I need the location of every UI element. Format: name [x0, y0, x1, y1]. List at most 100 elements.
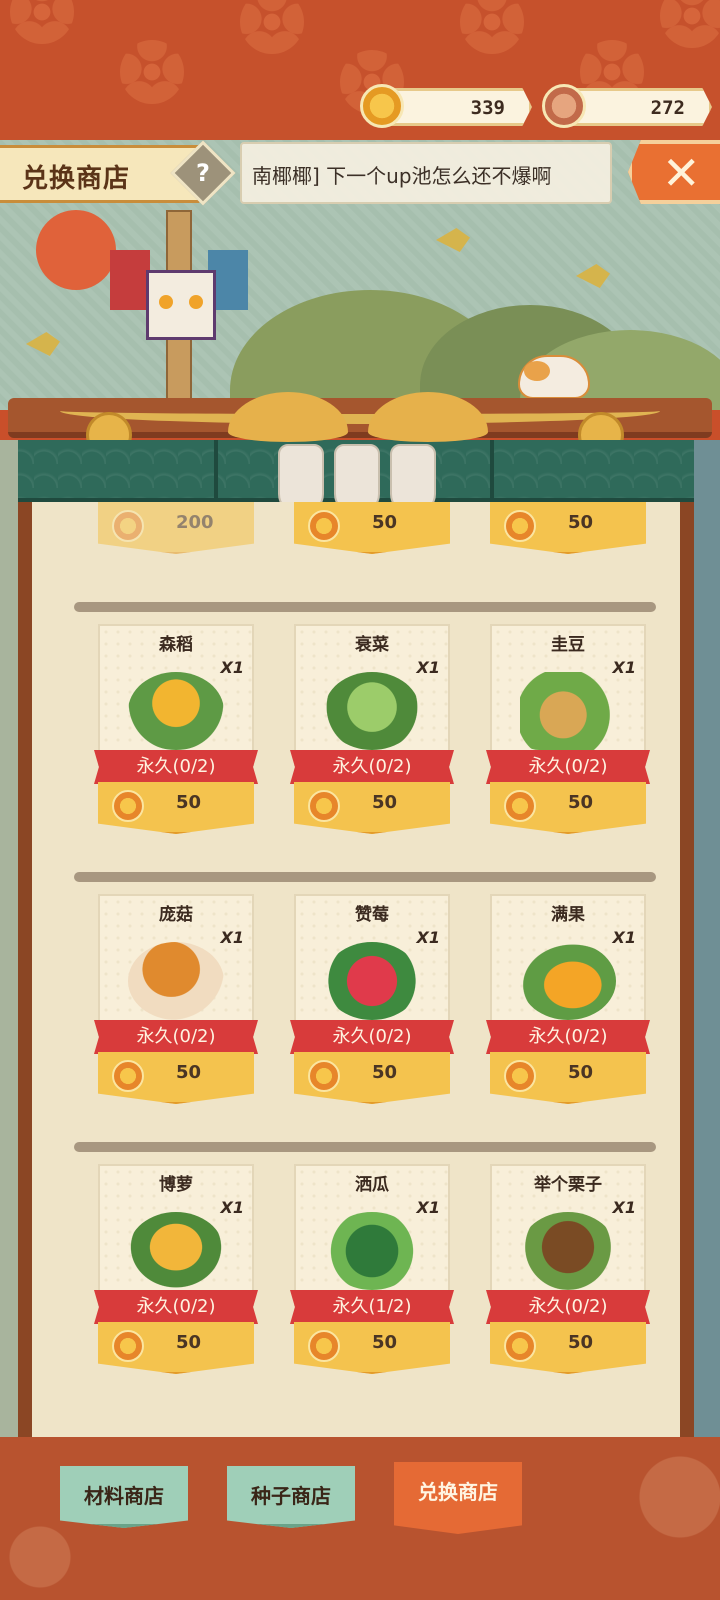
shop-item-card[interactable]: 庞菇 X1 永久(0/2) 50: [94, 894, 258, 1106]
shop-item-card[interactable]: 森稻 X1 永久(0/2) 50: [94, 624, 258, 836]
price-tag: 50: [490, 502, 646, 554]
scarecrow-eye: [189, 295, 203, 309]
item-name: 举个栗子: [534, 1175, 602, 1195]
scarecrow-cloth: [110, 250, 150, 310]
price-tag: 50: [490, 782, 646, 834]
price-value: 50: [568, 512, 594, 533]
price-value: 50: [372, 792, 398, 813]
mango-icon: [520, 942, 616, 1020]
limit-ribbon: 永久(0/2): [94, 1290, 258, 1324]
side-wall-right: [694, 440, 720, 1440]
gold-currency-value: 339: [470, 97, 505, 119]
limit-ribbon: 永久(0/2): [94, 1020, 258, 1054]
bird-icon: [576, 264, 610, 288]
flower-pattern: [460, 0, 524, 54]
sleeping-cat-icon[interactable]: [518, 355, 590, 399]
flower-pattern: [120, 40, 184, 104]
shop-item-card[interactable]: 赞莓 X1 永久(0/2) 50: [290, 894, 454, 1106]
shop-item-card[interactable]: 满果 X1 永久(0/2) 50: [486, 894, 650, 1106]
item-name: 森稻: [159, 635, 193, 655]
price-value: 50: [176, 792, 202, 813]
cabbage-icon: [324, 672, 420, 750]
shop-item-card[interactable]: 50: [294, 502, 450, 556]
tab-seed-shop[interactable]: 种子商店: [227, 1466, 355, 1528]
price-value: 50: [372, 1062, 398, 1083]
close-button[interactable]: ✕: [628, 140, 720, 204]
rope-knot-ornament: [228, 392, 488, 452]
awning-divider: [214, 440, 218, 502]
gold-coin-icon: [504, 510, 536, 542]
shop-item-card[interactable]: 衰菜 X1 永久(0/2) 50: [290, 624, 454, 836]
side-wall-left: [0, 440, 18, 1440]
item-name: 圭豆: [551, 635, 585, 655]
price-value: 50: [568, 1062, 594, 1083]
gold-coin-icon: [112, 790, 144, 822]
item-quantity: X1: [416, 658, 440, 677]
price-value: 50: [176, 1062, 202, 1083]
price-tag: 50: [490, 1322, 646, 1374]
gold-coin-icon: [504, 1060, 536, 1092]
watermelon-icon: [324, 1212, 420, 1290]
limit-ribbon: 永久(0/2): [486, 750, 650, 784]
limit-ribbon: 永久(1/2): [290, 1290, 454, 1324]
gold-coin-icon: [504, 790, 536, 822]
mushroom-icon: [128, 942, 224, 1020]
item-quantity: X1: [220, 658, 244, 677]
price-value: 50: [568, 1332, 594, 1353]
tab-exchange-shop[interactable]: 兑换商店: [394, 1462, 522, 1534]
item-name: 博萝: [159, 1175, 193, 1195]
flower-pattern: [240, 0, 304, 54]
price-value: 50: [568, 792, 594, 813]
price-tag: 50: [294, 502, 450, 554]
scarecrow-mascot[interactable]: [100, 210, 250, 400]
copper-currency-value: 272: [650, 97, 685, 119]
flower-pattern: [660, 0, 720, 48]
shop-item-card[interactable]: 200: [98, 502, 254, 556]
price-value: 50: [176, 1332, 202, 1353]
question-icon: ?: [196, 159, 210, 187]
item-name: 赞莓: [355, 905, 389, 925]
item-quantity: X1: [612, 658, 636, 677]
gold-coin-icon: [112, 1060, 144, 1092]
pineapple-icon: [128, 1212, 224, 1290]
awning-divider: [490, 440, 494, 502]
item-quantity: X1: [220, 1198, 244, 1217]
announcement-marquee: 南椰椰] 下一个up池怎么还不爆啊: [240, 142, 612, 204]
bird-icon: [26, 332, 60, 356]
price-tag: 50: [98, 1052, 254, 1104]
limit-ribbon: 永久(0/2): [94, 750, 258, 784]
shop-item-list[interactable]: 200 50 50 森稻 X1 永久(0/2) 50 衰菜 X1 永久(0/2): [18, 502, 694, 1437]
price-tag: 50: [294, 1052, 450, 1104]
tab-material-shop[interactable]: 材料商店: [60, 1466, 188, 1528]
bird-icon: [436, 228, 470, 252]
announcement-text: 南椰椰] 下一个up池怎么还不爆啊: [252, 164, 552, 188]
limit-ribbon: 永久(0/2): [290, 1020, 454, 1054]
hanging-rod: [74, 1142, 656, 1152]
shop-item-card[interactable]: 洒瓜 X1 永久(1/2) 50: [290, 1164, 454, 1376]
bean-icon: [520, 672, 616, 750]
limit-ribbon: 永久(0/2): [290, 750, 454, 784]
price-tag: 50: [98, 782, 254, 834]
gold-coin-icon: [308, 1060, 340, 1092]
item-name: 洒瓜: [355, 1175, 389, 1195]
limit-ribbon: 永久(0/2): [486, 1020, 650, 1054]
shop-item-card[interactable]: 举个栗子 X1 永久(0/2) 50: [486, 1164, 650, 1376]
shop-item-card[interactable]: 博萝 X1 永久(0/2) 50: [94, 1164, 258, 1376]
item-name: 庞菇: [159, 905, 193, 925]
shop-item-card[interactable]: 圭豆 X1 永久(0/2) 50: [486, 624, 650, 836]
close-icon: ✕: [662, 146, 701, 200]
scarecrow-eye: [159, 295, 173, 309]
gold-coin-icon: [308, 1330, 340, 1362]
leaf-ornament: [368, 392, 488, 442]
leaf-ornament: [228, 392, 348, 442]
price-tag: 50: [294, 782, 450, 834]
gold-coin-icon: [112, 1330, 144, 1362]
shop-item-card[interactable]: 50: [490, 502, 646, 556]
gold-coin-icon: [308, 790, 340, 822]
hanging-rod: [74, 602, 656, 612]
item-quantity: X1: [612, 928, 636, 947]
gold-coin-icon: [112, 510, 144, 542]
rice-icon: [128, 672, 224, 750]
scarecrow-head: [146, 270, 216, 340]
price-value: 50: [372, 512, 398, 533]
